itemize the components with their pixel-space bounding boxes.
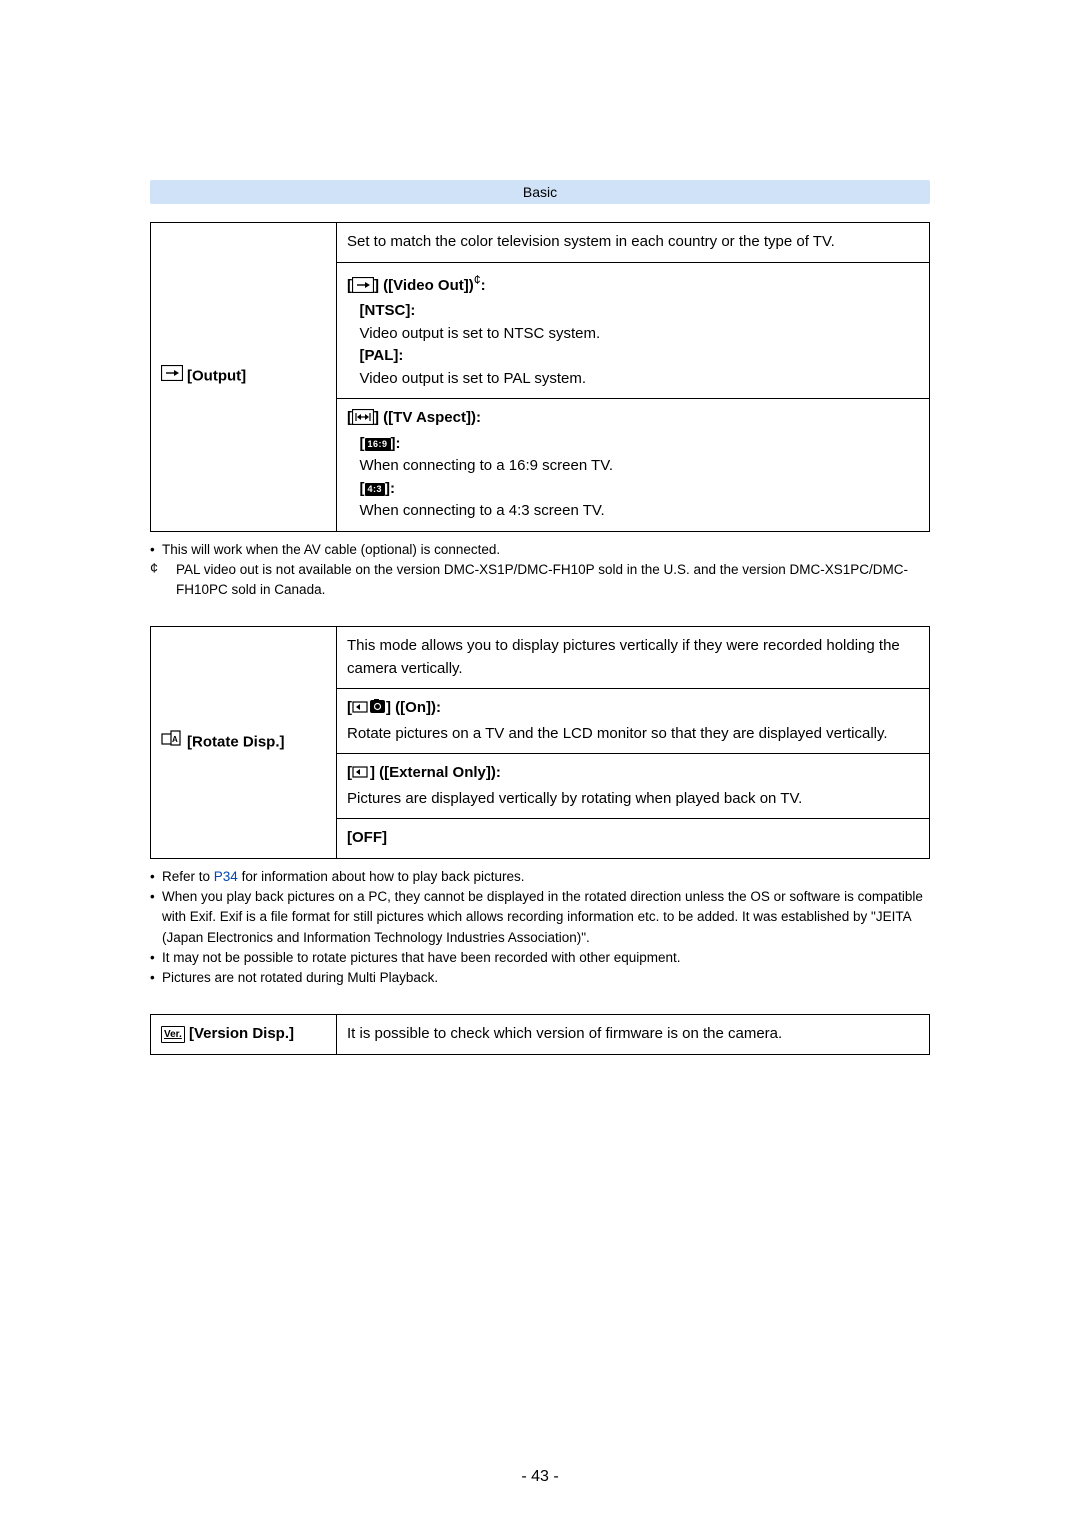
rotate-label-cell: A [Rotate Disp.]	[151, 627, 337, 859]
output-label-cell: [Output]	[151, 223, 337, 532]
version-icon: Ver.	[161, 1026, 185, 1043]
version-text: It is possible to check which version of…	[337, 1015, 930, 1055]
tv-aspect-title: ([TV Aspect]):	[383, 409, 481, 426]
output-video-cell: [ ] ([Video Out])¢: [NTSC]: Video output…	[337, 262, 930, 399]
rotate-on-title: ([On]):	[395, 699, 441, 716]
output-desc: Set to match the color television system…	[337, 223, 930, 263]
rotate-table: A [Rotate Disp.] This mode allows you to…	[150, 626, 930, 859]
version-label-cell: Ver. [Version Disp.]	[151, 1015, 337, 1055]
output-notes: •This will work when the AV cable (optio…	[150, 540, 930, 601]
video-out-asterisk: ¢	[474, 273, 481, 287]
rotate-off-cell: [OFF]	[337, 819, 930, 859]
aspect-4-3-icon: 4:3	[365, 483, 386, 497]
rotate-note-4: Pictures are not rotated during Multi Pl…	[162, 968, 438, 988]
rotate-ext-icon	[352, 764, 370, 788]
rotate-ext-title: ([External Only]):	[379, 764, 501, 781]
output-icon	[161, 365, 183, 389]
svg-text:A: A	[172, 735, 178, 744]
video-out-title: ([Video Out])	[383, 277, 474, 294]
pal-text: Video output is set to PAL system.	[360, 370, 587, 387]
rotate-on-text: Rotate pictures on a TV and the LCD moni…	[347, 725, 888, 742]
video-out-icon	[352, 277, 374, 301]
rotate-note-2: When you play back pictures on a PC, the…	[162, 887, 930, 948]
page: Basic [Output] Set to match the color te…	[0, 0, 1080, 1526]
pal-label: [PAL]:	[360, 347, 404, 364]
tv-aspect-icon	[352, 409, 374, 433]
rotate-ext-text: Pictures are displayed vertically by rot…	[347, 790, 802, 807]
ntsc-text: Video output is set to NTSC system.	[360, 325, 601, 342]
rotate-note-3: It may not be possible to rotate picture…	[162, 948, 681, 968]
version-label: [Version Disp.]	[189, 1025, 294, 1042]
rotate-desc: This mode allows you to display pictures…	[337, 627, 930, 689]
aspect-16-9-icon: 16:9	[365, 438, 391, 452]
rotate-ext-cell: [ ] ([External Only]): Pictures are disp…	[337, 754, 930, 819]
section-header: Basic	[150, 180, 930, 204]
output-note-1: This will work when the AV cable (option…	[162, 540, 500, 560]
link-p34[interactable]: P34	[214, 869, 238, 884]
output-table: [Output] Set to match the color televisi…	[150, 222, 930, 532]
rotate-disp-icon: A	[161, 730, 183, 756]
aspect-4-3-text: When connecting to a 4:3 screen TV.	[360, 502, 605, 519]
page-number: - 43 -	[0, 1468, 1080, 1486]
rotate-off-label: [OFF]	[347, 829, 387, 846]
rotate-note-1: Refer to P34 for information about how t…	[162, 867, 524, 887]
rotate-label: [Rotate Disp.]	[187, 733, 285, 750]
rotate-on-icon	[352, 699, 386, 723]
output-note-2: PAL video out is not available on the ve…	[176, 560, 930, 601]
rotate-on-cell: [ ] ([On]): Rotate pictures on a TV and …	[337, 689, 930, 754]
rotate-notes: • Refer to P34 for information about how…	[150, 867, 930, 989]
output-label: [Output]	[187, 368, 246, 385]
version-table: Ver. [Version Disp.] It is possible to c…	[150, 1014, 930, 1055]
aspect-16-9-text: When connecting to a 16:9 screen TV.	[360, 457, 614, 474]
output-aspect-cell: [ ] ([TV Aspect]): [16:9]: When connecti…	[337, 399, 930, 532]
ntsc-label: [NTSC]:	[360, 302, 416, 319]
